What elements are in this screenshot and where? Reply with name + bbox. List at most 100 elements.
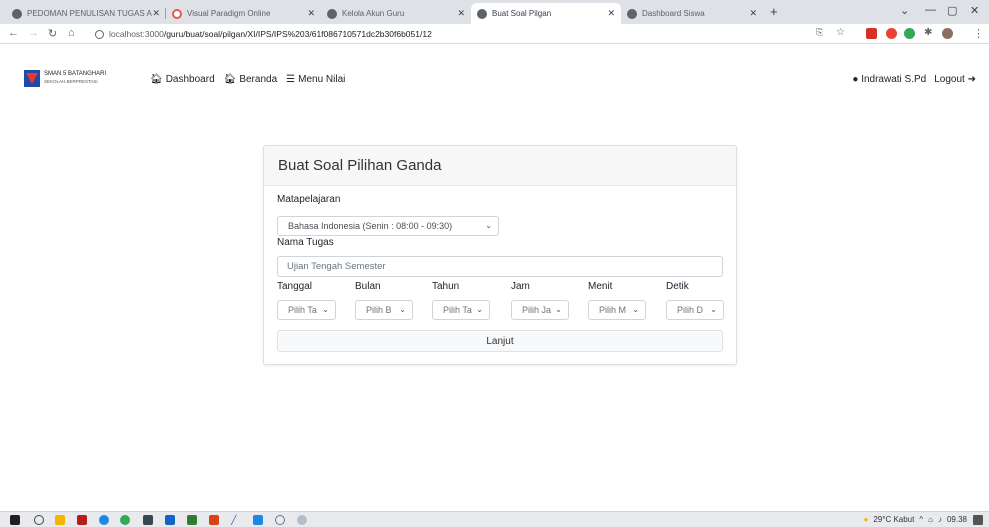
- browser-tab-active[interactable]: Buat Soal Pilgan ✕: [471, 3, 621, 24]
- minimize-icon[interactable]: —: [925, 4, 936, 16]
- close-icon[interactable]: ✕: [457, 8, 465, 19]
- tab-search-icon[interactable]: ⌄: [900, 4, 909, 17]
- chevron-down-icon: ⌄: [632, 305, 639, 314]
- nav-menu-nilai[interactable]: ☰ Menu Nilai: [286, 74, 345, 85]
- app-icon[interactable]: [143, 515, 153, 525]
- chevron-down-icon: ⌄: [476, 305, 483, 314]
- create-question-card: Buat Soal Pilihan Ganda Matapelajaran Ba…: [263, 145, 737, 365]
- vscode-icon[interactable]: [253, 515, 263, 525]
- brand-tagline: SEKOLAH BERPRESTASI: [44, 79, 98, 84]
- search-icon[interactable]: [34, 515, 44, 525]
- second-select[interactable]: Pilih D ⌄: [666, 300, 724, 320]
- minute-label: Menit: [588, 281, 613, 292]
- edge-icon[interactable]: [99, 515, 109, 525]
- globe-icon: [12, 8, 22, 19]
- extension-record-icon[interactable]: [886, 28, 897, 39]
- close-window-icon[interactable]: ✕: [970, 4, 979, 17]
- visual-paradigm-icon: [172, 8, 182, 19]
- tab-title: PEDOMAN PENULISAN TUGAS A: [27, 9, 152, 18]
- subject-select[interactable]: Bahasa Indonesia (Senin : 08:00 - 09:30)…: [277, 216, 499, 236]
- globe-icon: [477, 8, 487, 19]
- day-placeholder: Pilih Ta: [288, 305, 317, 315]
- task-name-placeholder: Ujian Tengah Semester: [287, 261, 386, 272]
- chevron-down-icon: ⌄: [399, 305, 406, 314]
- close-icon[interactable]: ✕: [307, 8, 315, 19]
- tab-title: Kelola Akun Guru: [342, 9, 405, 18]
- logout-icon: ➜: [967, 74, 976, 85]
- reload-icon[interactable]: ↻: [48, 27, 57, 40]
- continue-button[interactable]: Lanjut: [277, 330, 723, 352]
- powerpoint-icon[interactable]: [209, 515, 219, 525]
- bars-icon: ☰: [286, 74, 296, 85]
- nav-beranda[interactable]: 🏠︎ Beranda: [224, 74, 278, 85]
- share-icon[interactable]: ⎘: [816, 27, 823, 38]
- nav-dashboard[interactable]: 🏠︎ Dashboard: [150, 74, 215, 85]
- extension-mail-icon[interactable]: [866, 28, 877, 39]
- year-select[interactable]: Pilih Ta ⌄: [432, 300, 490, 320]
- main-nav: 🏠︎ Dashboard 🏠︎ Beranda ☰ Menu Nilai: [150, 74, 345, 85]
- weather-text[interactable]: 29°C Kabut: [873, 515, 914, 524]
- user-circle-icon: ●: [852, 74, 859, 85]
- bookmark-star-icon[interactable]: ☆: [836, 27, 845, 38]
- browser-tab[interactable]: Kelola Akun Guru ✕: [321, 3, 471, 24]
- network-icon[interactable]: ⌂: [928, 515, 933, 524]
- day-select[interactable]: Pilih Ta ⌄: [277, 300, 336, 320]
- close-icon[interactable]: ✕: [152, 8, 160, 19]
- close-icon[interactable]: ✕: [607, 8, 615, 19]
- chevron-down-icon: ⌄: [322, 305, 329, 314]
- app-icon[interactable]: [275, 515, 285, 525]
- menu-kebab-icon[interactable]: ⋮: [973, 27, 984, 40]
- user-menu: ● Indrawati S.Pd Logout ➜: [852, 74, 976, 85]
- excel-icon[interactable]: [187, 515, 197, 525]
- month-label: Bulan: [355, 281, 381, 292]
- task-name-input[interactable]: Ujian Tengah Semester: [277, 256, 723, 277]
- chevron-up-icon[interactable]: ^: [919, 515, 923, 524]
- tab-title: Buat Soal Pilgan: [492, 9, 552, 18]
- hour-select[interactable]: Pilih Ja ⌄: [511, 300, 569, 320]
- extensions-puzzle-icon[interactable]: ✱: [924, 27, 932, 38]
- hour-label: Jam: [511, 281, 530, 292]
- volume-icon[interactable]: ♪: [938, 515, 942, 524]
- clock[interactable]: 09.38: [947, 515, 967, 524]
- chevron-down-icon: ⌄: [555, 305, 562, 314]
- word-icon[interactable]: [165, 515, 175, 525]
- chevron-down-icon: ⌄: [710, 305, 717, 314]
- school-logo: [24, 70, 40, 87]
- nav-label: Beranda: [239, 74, 278, 85]
- extension-green-icon[interactable]: [904, 28, 915, 39]
- app-icon[interactable]: [297, 515, 307, 525]
- chrome-icon[interactable]: [120, 515, 130, 525]
- app-icon[interactable]: [77, 515, 87, 525]
- tab-title: Visual Paradigm Online: [187, 9, 271, 18]
- browser-tab[interactable]: PEDOMAN PENULISAN TUGAS A ✕: [6, 3, 166, 24]
- system-tray: ● 29°C Kabut ^ ⌂ ♪ 09.38: [864, 515, 968, 524]
- url-path: /guru/buat/soal/pilgan/XI/IPS/IPS%203/61…: [163, 29, 432, 39]
- close-icon[interactable]: ✕: [749, 8, 757, 19]
- new-tab-icon[interactable]: +: [770, 4, 778, 19]
- year-placeholder: Pilih Ta: [443, 305, 472, 315]
- file-explorer-icon[interactable]: [55, 515, 65, 525]
- forward-icon[interactable]: →: [28, 27, 39, 39]
- url-field[interactable]: localhost:3000/guru/buat/soal/pilgan/XI/…: [95, 27, 432, 41]
- avatar[interactable]: [942, 28, 953, 39]
- info-icon: [95, 29, 104, 39]
- url-host: localhost:3000: [109, 29, 164, 39]
- taskbar: ╱ ● 29°C Kabut ^ ⌂ ♪ 09.38: [0, 511, 989, 527]
- day-label: Tanggal: [277, 281, 313, 292]
- browser-tab[interactable]: Visual Paradigm Online ✕: [166, 3, 321, 24]
- home-icon[interactable]: ⌂: [68, 27, 75, 39]
- month-select[interactable]: Pilih B ⌄: [355, 300, 413, 320]
- minute-placeholder: Pilih M: [599, 305, 627, 315]
- pen-icon[interactable]: ╱: [231, 515, 241, 525]
- windows-start-icon[interactable]: [10, 515, 20, 525]
- browser-tab[interactable]: Dashboard Siswa ✕: [621, 3, 763, 24]
- brand-name: SMAN 5 BATANGHARI: [44, 71, 107, 77]
- notification-icon[interactable]: [973, 515, 983, 525]
- user-profile[interactable]: ● Indrawati S.Pd: [852, 74, 926, 85]
- maximize-icon[interactable]: ▢: [947, 4, 957, 17]
- minute-select[interactable]: Pilih M ⌄: [588, 300, 646, 320]
- subject-label: Matapelajaran: [277, 194, 341, 205]
- logout-link[interactable]: Logout ➜: [934, 74, 976, 85]
- back-icon[interactable]: ←: [8, 27, 19, 39]
- hour-placeholder: Pilih Ja: [522, 305, 552, 315]
